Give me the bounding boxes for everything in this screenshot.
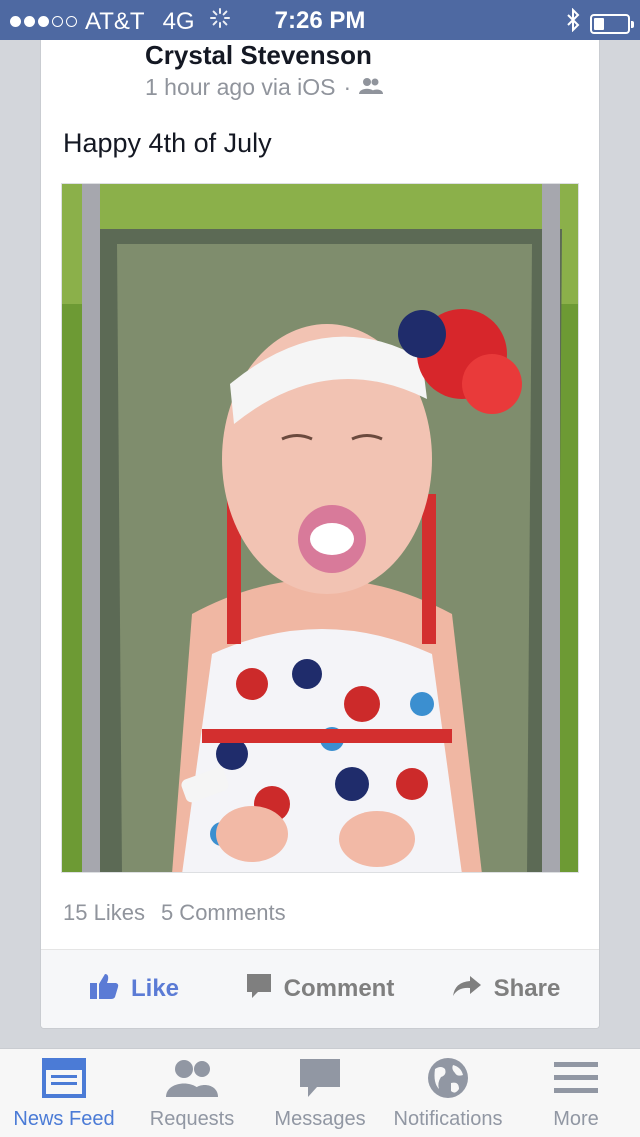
news-feed-icon — [42, 1056, 86, 1100]
menu-icon — [554, 1056, 598, 1100]
bluetooth-icon — [566, 7, 580, 39]
photo-image — [62, 184, 578, 872]
post-author[interactable]: Crystal Stevenson — [145, 40, 372, 71]
tab-messages[interactable]: Messages — [256, 1049, 384, 1137]
comment-label: Comment — [283, 975, 395, 1002]
status-bar: AT&T 4G 7:26 PM — [0, 0, 640, 40]
tab-bar: News Feed Requests Messages Notification… — [0, 1048, 640, 1137]
post-counts: 15 Likes 5 Comments — [63, 900, 286, 926]
share-button[interactable]: Share — [413, 950, 599, 1028]
post-actions: Like Comment Share — [41, 950, 599, 1028]
tab-label-messages: Messages — [274, 1108, 366, 1130]
comment-button[interactable]: Comment — [227, 950, 413, 1028]
tab-label-requests: Requests — [149, 1108, 235, 1130]
tab-label-more: More — [553, 1108, 599, 1130]
post-photo[interactable] — [61, 183, 579, 873]
post-card: Crystal Stevenson 1 hour ago via iOS · H… — [40, 40, 600, 1029]
comment-icon — [246, 973, 272, 1006]
tab-requests[interactable]: Requests — [128, 1049, 256, 1137]
messages-icon — [299, 1056, 341, 1100]
globe-icon — [427, 1056, 469, 1100]
tab-news-feed[interactable]: News Feed — [0, 1049, 128, 1137]
likes-count[interactable]: 15 Likes — [63, 900, 145, 926]
post-timestamp[interactable]: 1 hour ago via iOS — [145, 74, 336, 101]
tab-label-notifications: Notifications — [393, 1108, 503, 1130]
friends-icon — [166, 1056, 218, 1100]
tab-label-news-feed: News Feed — [13, 1108, 115, 1130]
tab-notifications[interactable]: Notifications — [384, 1049, 512, 1137]
post-meta: 1 hour ago via iOS · — [145, 74, 384, 101]
meta-separator: · — [343, 74, 352, 100]
share-arrow-icon — [452, 974, 482, 1005]
like-label: Like — [130, 975, 180, 1002]
share-label: Share — [493, 975, 561, 1002]
battery-icon — [590, 13, 634, 34]
status-time: 7:26 PM — [274, 7, 366, 34]
tab-more[interactable]: More — [512, 1049, 640, 1137]
post-text: Happy 4th of July — [63, 128, 272, 158]
comments-count[interactable]: 5 Comments — [161, 900, 286, 926]
friends-icon — [359, 74, 384, 101]
status-right — [566, 7, 634, 39]
like-button[interactable]: Like — [41, 950, 227, 1028]
thumbs-up-icon — [89, 972, 119, 1007]
